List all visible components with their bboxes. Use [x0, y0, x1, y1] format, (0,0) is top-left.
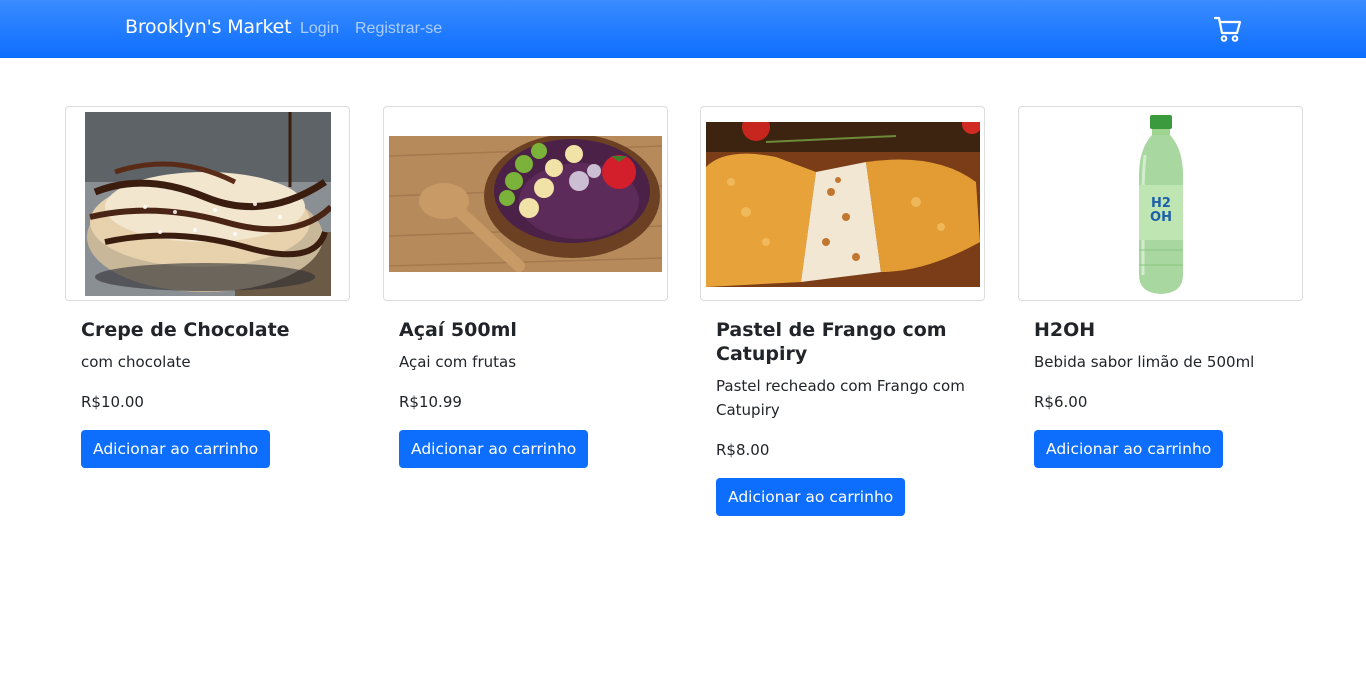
product-price: R$10.00: [81, 393, 144, 411]
crepe-image: [85, 112, 331, 296]
product-price: R$6.00: [1034, 393, 1088, 411]
product-image-frame: H2 OH: [1018, 106, 1303, 301]
product-title: H2OH: [1034, 319, 1096, 341]
product-card: Pastel de Frango com Catupiry Pastel rec…: [700, 106, 985, 516]
product-image-frame: [65, 106, 350, 301]
card-body: H2OH Bebida sabor limão de 500ml R$6.00 …: [1018, 318, 1303, 468]
card-body: Açaí 500ml Açai com frutas R$10.99 Adici…: [383, 318, 668, 468]
product-title: Crepe de Chocolate: [81, 319, 290, 341]
product-description: Pastel recheado com Frango com Catupiry: [716, 377, 965, 419]
product-image-frame: [383, 106, 668, 301]
h2oh-bottle-image: H2 OH: [1139, 115, 1183, 294]
nav-register-link[interactable]: Registrar-se: [355, 20, 442, 38]
product-description: com chocolate: [81, 353, 191, 371]
product-card: Crepe de Chocolate com chocolate R$10.00…: [65, 106, 350, 468]
navbar: Brooklyn's Market Login Registrar-se: [0, 0, 1366, 58]
product-card: Açaí 500ml Açai com frutas R$10.99 Adici…: [383, 106, 668, 468]
card-body: Pastel de Frango com Catupiry Pastel rec…: [700, 318, 985, 516]
add-to-cart-button[interactable]: Adicionar ao carrinho: [716, 478, 906, 516]
card-body: Crepe de Chocolate com chocolate R$10.00…: [65, 318, 350, 468]
product-description: Açai com frutas: [399, 353, 517, 371]
add-to-cart-button[interactable]: Adicionar ao carrinho: [1034, 430, 1224, 468]
brand-logo[interactable]: Brooklyn's Market: [125, 16, 292, 38]
product-price: R$10.99: [399, 393, 462, 411]
svg-text:H2: H2: [1151, 196, 1171, 211]
product-price: R$8.00: [716, 441, 770, 459]
product-title: Pastel de Frango com Catupiry: [716, 319, 947, 365]
cart-button[interactable]: [1213, 15, 1243, 43]
svg-text:OH: OH: [1150, 210, 1172, 225]
acai-image: [389, 136, 662, 272]
pastel-image: [706, 122, 980, 287]
add-to-cart-button[interactable]: Adicionar ao carrinho: [81, 430, 271, 468]
product-description: Bebida sabor limão de 500ml: [1034, 353, 1255, 371]
cart-icon: [1213, 16, 1242, 42]
product-card: H2 OH H2OH Bebida sabor limão de 500ml R…: [1018, 106, 1303, 468]
product-image-frame: [700, 106, 985, 301]
add-to-cart-button[interactable]: Adicionar ao carrinho: [399, 430, 589, 468]
product-title: Açaí 500ml: [399, 319, 517, 341]
nav-login-link[interactable]: Login: [300, 20, 339, 38]
